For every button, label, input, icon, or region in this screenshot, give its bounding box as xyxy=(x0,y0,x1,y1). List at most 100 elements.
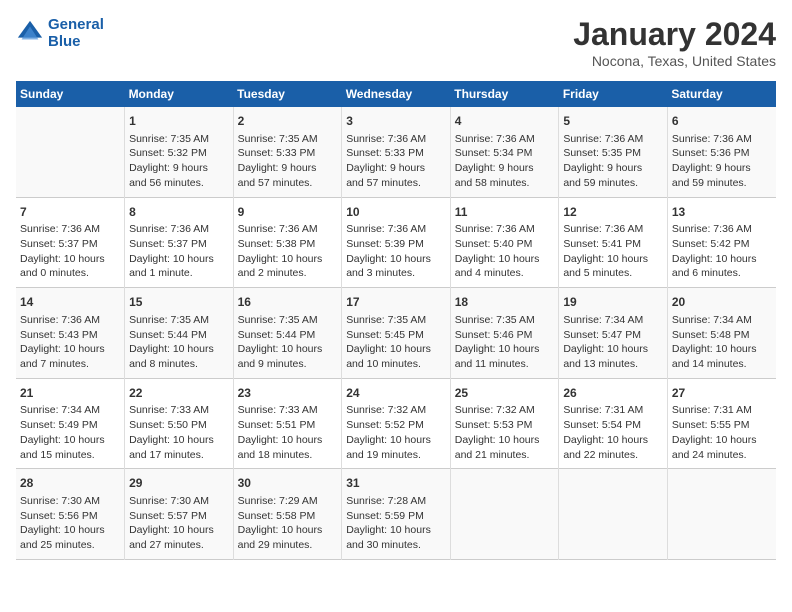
calendar-cell: 12Sunrise: 7:36 AM Sunset: 5:41 PM Dayli… xyxy=(559,197,668,288)
calendar-cell: 6Sunrise: 7:36 AM Sunset: 5:36 PM Daylig… xyxy=(667,107,776,197)
day-info: Sunrise: 7:36 AM Sunset: 5:37 PM Dayligh… xyxy=(129,222,229,281)
day-number: 17 xyxy=(346,294,446,311)
day-info: Sunrise: 7:31 AM Sunset: 5:54 PM Dayligh… xyxy=(563,403,663,462)
calendar-cell: 1Sunrise: 7:35 AM Sunset: 5:32 PM Daylig… xyxy=(125,107,234,197)
calendar-cell: 21Sunrise: 7:34 AM Sunset: 5:49 PM Dayli… xyxy=(16,378,125,469)
calendar-cell: 10Sunrise: 7:36 AM Sunset: 5:39 PM Dayli… xyxy=(342,197,451,288)
day-info: Sunrise: 7:36 AM Sunset: 5:35 PM Dayligh… xyxy=(563,132,663,191)
calendar-table: SundayMondayTuesdayWednesdayThursdayFrid… xyxy=(16,81,776,560)
logo: General Blue xyxy=(16,16,104,50)
day-number: 12 xyxy=(563,204,663,221)
day-info: Sunrise: 7:35 AM Sunset: 5:46 PM Dayligh… xyxy=(455,313,555,372)
column-header-thursday: Thursday xyxy=(450,81,559,107)
column-header-sunday: Sunday xyxy=(16,81,125,107)
day-info: Sunrise: 7:33 AM Sunset: 5:51 PM Dayligh… xyxy=(238,403,338,462)
day-number: 22 xyxy=(129,385,229,402)
day-info: Sunrise: 7:36 AM Sunset: 5:37 PM Dayligh… xyxy=(20,222,120,281)
day-number: 26 xyxy=(563,385,663,402)
day-number: 9 xyxy=(238,204,338,221)
day-info: Sunrise: 7:28 AM Sunset: 5:59 PM Dayligh… xyxy=(346,494,446,553)
calendar-cell: 2 Sunrise: 7:35 AM Sunset: 5:33 PM Daylig… xyxy=(233,107,342,197)
day-number: 21 xyxy=(20,385,120,402)
day-number: 16 xyxy=(238,294,338,311)
calendar-cell: 3 Sunrise: 7:36 AM Sunset: 5:33 PM Daylig… xyxy=(342,107,451,197)
day-info: Sunrise: 7:31 AM Sunset: 5:55 PM Dayligh… xyxy=(672,403,772,462)
day-number: 10 xyxy=(346,204,446,221)
calendar-cell: 17 Sunrise: 7:35 AM Sunset: 5:45 PM Dayli… xyxy=(342,288,451,379)
day-info: Sunrise: 7:32 AM Sunset: 5:52 PM Dayligh… xyxy=(346,403,446,462)
calendar-cell: 11Sunrise: 7:36 AM Sunset: 5:40 PM Dayli… xyxy=(450,197,559,288)
calendar-cell xyxy=(16,107,125,197)
calendar-cell: 14 Sunrise: 7:36 AM Sunset: 5:43 PM Dayli… xyxy=(16,288,125,379)
calendar-week-row: 28Sunrise: 7:30 AM Sunset: 5:56 PM Dayli… xyxy=(16,469,776,560)
calendar-cell: 5 Sunrise: 7:36 AM Sunset: 5:35 PM Daylig… xyxy=(559,107,668,197)
day-number: 14 xyxy=(20,294,120,311)
calendar-cell xyxy=(450,469,559,560)
day-info: Sunrise: 7:35 AM Sunset: 5:44 PM Dayligh… xyxy=(238,313,338,372)
day-number: 7 xyxy=(20,204,120,221)
calendar-cell: 26Sunrise: 7:31 AM Sunset: 5:54 PM Dayli… xyxy=(559,378,668,469)
day-number: 5 xyxy=(563,113,663,130)
calendar-week-row: 7Sunrise: 7:36 AM Sunset: 5:37 PM Daylig… xyxy=(16,197,776,288)
day-number: 18 xyxy=(455,294,555,311)
page-header: General Blue January 2024 Nocona, Texas,… xyxy=(16,16,776,69)
day-number: 1 xyxy=(129,113,229,130)
day-info: Sunrise: 7:34 AM Sunset: 5:48 PM Dayligh… xyxy=(672,313,772,372)
calendar-subtitle: Nocona, Texas, United States xyxy=(573,53,776,69)
calendar-cell: 22Sunrise: 7:33 AM Sunset: 5:50 PM Dayli… xyxy=(125,378,234,469)
day-number: 3 xyxy=(346,113,446,130)
column-header-saturday: Saturday xyxy=(667,81,776,107)
day-info: Sunrise: 7:36 AM Sunset: 5:33 PM Dayligh… xyxy=(346,132,446,191)
calendar-cell: 16 Sunrise: 7:35 AM Sunset: 5:44 PM Dayli… xyxy=(233,288,342,379)
day-number: 4 xyxy=(455,113,555,130)
day-info: Sunrise: 7:36 AM Sunset: 5:34 PM Dayligh… xyxy=(455,132,555,191)
day-info: Sunrise: 7:34 AM Sunset: 5:49 PM Dayligh… xyxy=(20,403,120,462)
day-info: Sunrise: 7:29 AM Sunset: 5:58 PM Dayligh… xyxy=(238,494,338,553)
day-info: Sunrise: 7:36 AM Sunset: 5:43 PM Dayligh… xyxy=(20,313,120,372)
day-info: Sunrise: 7:36 AM Sunset: 5:42 PM Dayligh… xyxy=(672,222,772,281)
day-number: 13 xyxy=(672,204,772,221)
day-info: Sunrise: 7:32 AM Sunset: 5:53 PM Dayligh… xyxy=(455,403,555,462)
calendar-cell: 28Sunrise: 7:30 AM Sunset: 5:56 PM Dayli… xyxy=(16,469,125,560)
day-number: 25 xyxy=(455,385,555,402)
day-info: Sunrise: 7:36 AM Sunset: 5:38 PM Dayligh… xyxy=(238,222,338,281)
day-info: Sunrise: 7:36 AM Sunset: 5:39 PM Dayligh… xyxy=(346,222,446,281)
day-number: 6 xyxy=(672,113,772,130)
calendar-cell: 7Sunrise: 7:36 AM Sunset: 5:37 PM Daylig… xyxy=(16,197,125,288)
calendar-week-row: 21Sunrise: 7:34 AM Sunset: 5:49 PM Dayli… xyxy=(16,378,776,469)
calendar-cell: 9Sunrise: 7:36 AM Sunset: 5:38 PM Daylig… xyxy=(233,197,342,288)
calendar-cell: 27Sunrise: 7:31 AM Sunset: 5:55 PM Dayli… xyxy=(667,378,776,469)
day-number: 27 xyxy=(672,385,772,402)
day-number: 24 xyxy=(346,385,446,402)
day-info: Sunrise: 7:36 AM Sunset: 5:41 PM Dayligh… xyxy=(563,222,663,281)
day-number: 8 xyxy=(129,204,229,221)
day-number: 20 xyxy=(672,294,772,311)
day-number: 11 xyxy=(455,204,555,221)
logo-text: General Blue xyxy=(48,16,104,50)
day-info: Sunrise: 7:35 AM Sunset: 5:33 PM Dayligh… xyxy=(238,132,338,191)
day-number: 29 xyxy=(129,475,229,492)
calendar-cell: 23Sunrise: 7:33 AM Sunset: 5:51 PM Dayli… xyxy=(233,378,342,469)
calendar-cell: 4 Sunrise: 7:36 AM Sunset: 5:34 PM Daylig… xyxy=(450,107,559,197)
calendar-cell: 31 Sunrise: 7:28 AM Sunset: 5:59 PM Dayli… xyxy=(342,469,451,560)
calendar-cell: 18 Sunrise: 7:35 AM Sunset: 5:46 PM Dayli… xyxy=(450,288,559,379)
calendar-cell: 24Sunrise: 7:32 AM Sunset: 5:52 PM Dayli… xyxy=(342,378,451,469)
title-block: January 2024 Nocona, Texas, United State… xyxy=(573,16,776,69)
day-info: Sunrise: 7:36 AM Sunset: 5:40 PM Dayligh… xyxy=(455,222,555,281)
calendar-title: January 2024 xyxy=(573,16,776,53)
day-info: Sunrise: 7:35 AM Sunset: 5:45 PM Dayligh… xyxy=(346,313,446,372)
day-info: Sunrise: 7:35 AM Sunset: 5:44 PM Dayligh… xyxy=(129,313,229,372)
day-info: Sunrise: 7:33 AM Sunset: 5:50 PM Dayligh… xyxy=(129,403,229,462)
calendar-week-row: 1Sunrise: 7:35 AM Sunset: 5:32 PM Daylig… xyxy=(16,107,776,197)
day-number: 28 xyxy=(20,475,120,492)
day-number: 15 xyxy=(129,294,229,311)
calendar-cell xyxy=(559,469,668,560)
calendar-cell: 20 Sunrise: 7:34 AM Sunset: 5:48 PM Dayli… xyxy=(667,288,776,379)
day-number: 31 xyxy=(346,475,446,492)
day-number: 2 xyxy=(238,113,338,130)
calendar-cell: 13Sunrise: 7:36 AM Sunset: 5:42 PM Dayli… xyxy=(667,197,776,288)
day-info: Sunrise: 7:30 AM Sunset: 5:57 PM Dayligh… xyxy=(129,494,229,553)
calendar-cell: 30Sunrise: 7:29 AM Sunset: 5:58 PM Dayli… xyxy=(233,469,342,560)
calendar-cell: 25Sunrise: 7:32 AM Sunset: 5:53 PM Dayli… xyxy=(450,378,559,469)
calendar-cell: 15 Sunrise: 7:35 AM Sunset: 5:44 PM Dayli… xyxy=(125,288,234,379)
